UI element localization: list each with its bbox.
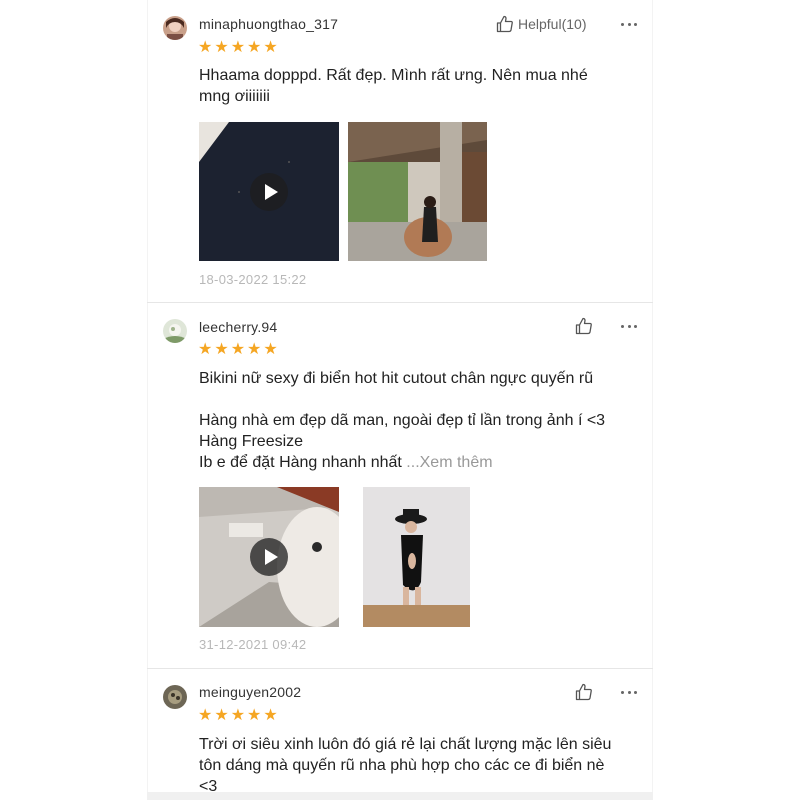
- see-more-link[interactable]: ...Xem thêm: [406, 454, 492, 471]
- reviewer-username[interactable]: minaphuongthao_317: [199, 16, 338, 32]
- review-video[interactable]: [199, 122, 339, 261]
- review-video[interactable]: [199, 487, 339, 627]
- more-horizontal-icon: [621, 324, 624, 328]
- review-text: Bikini nữ sexy đi biển hot hit cutout ch…: [199, 368, 629, 473]
- more-options-button[interactable]: [621, 318, 637, 334]
- helpful-count: Helpful(10): [518, 16, 587, 32]
- thumbs-up-icon: [575, 317, 592, 335]
- star-icon: ★: [198, 39, 213, 56]
- review-text-line: Hhaama dopppd. Rất đẹp. Mình rất ưng. Nê…: [199, 67, 588, 84]
- star-icon: ★: [247, 707, 262, 724]
- reviewer-username[interactable]: meinguyen2002: [199, 684, 301, 700]
- helpful-button[interactable]: [575, 683, 593, 701]
- more-options-button[interactable]: [621, 684, 637, 700]
- star-rating: ★ ★ ★ ★ ★: [198, 40, 278, 56]
- reviewer-username[interactable]: leecherry.94: [199, 319, 277, 335]
- review-text-line: Bikini nữ sexy đi biển hot hit cutout ch…: [199, 370, 594, 387]
- review-text-line: Hàng nhà em đẹp dã man, ngoài đẹp tỉ lần…: [199, 412, 606, 429]
- star-icon: ★: [214, 39, 229, 56]
- star-icon: ★: [230, 341, 246, 358]
- review-item: minaphuongthao_317 Helpful(10) ★ ★ ★ ★ ★ Hha…: [147, 0, 653, 302]
- star-icon: ★: [247, 39, 262, 56]
- star-icon: ★: [214, 707, 229, 724]
- play-icon[interactable]: [250, 172, 288, 211]
- review-text-line: Ib e để đặt Hàng nhanh nhất ...Xem thêm: [199, 452, 629, 473]
- play-icon[interactable]: [250, 538, 288, 576]
- review-item: leecherry.94 ★ ★ ★ ★ ★ Bikini nữ sexy đi biể…: [147, 303, 653, 668]
- more-horizontal-icon: [621, 22, 624, 26]
- review-date: 31-12-2021 09:42: [199, 637, 307, 652]
- review-date: 18-03-2022 15:22: [199, 272, 307, 287]
- avatar[interactable]: [163, 16, 187, 40]
- review-text-line-blank: [199, 389, 629, 410]
- review-text: Trời ơi siêu xinh luôn đó giá rẻ lại chấ…: [199, 734, 629, 797]
- helpful-button[interactable]: [575, 317, 593, 335]
- review-text: Hhaama dopppd. Rất đẹp. Mình rất ưng. Nê…: [199, 65, 629, 107]
- avatar[interactable]: [163, 319, 187, 343]
- bottom-divider: [147, 792, 653, 800]
- star-icon: ★: [198, 341, 213, 358]
- more-horizontal-icon: [621, 690, 624, 694]
- thumbs-up-icon: [575, 683, 592, 701]
- star-icon: ★: [263, 39, 278, 56]
- star-icon: ★: [230, 707, 246, 724]
- review-text-line: mng ơiiiiiii: [199, 88, 270, 105]
- star-icon: ★: [247, 341, 262, 358]
- review-text-line: tôn dáng mà quyến rũ nha phù hợp cho các…: [199, 757, 605, 774]
- star-icon: ★: [198, 707, 213, 724]
- star-icon: ★: [214, 341, 229, 358]
- star-icon: ★: [230, 39, 246, 56]
- review-text-line: Hàng Freesize: [199, 433, 304, 450]
- review-text-line: Trời ơi siêu xinh luôn đó giá rẻ lại chấ…: [199, 736, 612, 753]
- more-options-button[interactable]: [621, 16, 637, 32]
- review-photo[interactable]: [348, 122, 487, 261]
- review-text-line-content: Ib e để đặt Hàng nhanh nhất: [199, 454, 402, 471]
- thumbs-up-icon: [496, 15, 513, 33]
- star-rating: ★ ★ ★ ★ ★: [198, 708, 278, 724]
- star-rating: ★ ★ ★ ★ ★: [198, 342, 278, 358]
- review-item: meinguyen2002 ★ ★ ★ ★ ★ Trời ơi siêu xinh lu…: [147, 669, 653, 795]
- helpful-button[interactable]: Helpful(10): [496, 15, 586, 33]
- avatar[interactable]: [163, 685, 187, 709]
- star-icon: ★: [263, 341, 278, 358]
- star-icon: ★: [263, 707, 278, 724]
- review-photo[interactable]: [363, 487, 470, 627]
